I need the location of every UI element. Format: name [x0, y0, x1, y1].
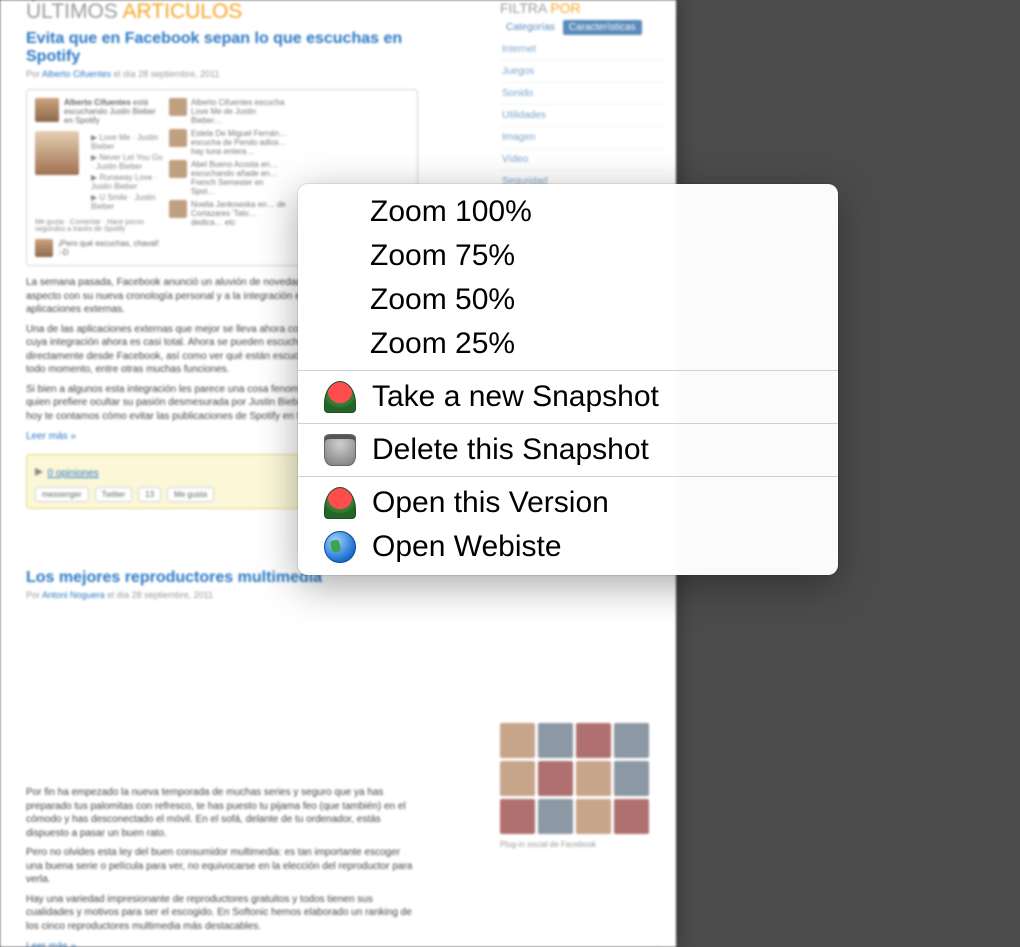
menu-separator: [298, 423, 838, 424]
menu-zoom-100[interactable]: Zoom 100%: [298, 190, 838, 234]
fb-plugin-footer: Plug-in social de Facebook: [500, 840, 664, 849]
album-art: [35, 131, 79, 175]
card-activity-feed: Alberto Cifuentes escucha Love Me de Jus…: [169, 98, 289, 257]
menu-delete-snapshot[interactable]: Delete this Snapshot: [298, 428, 838, 472]
menu-separator: [298, 370, 838, 371]
avatar: [35, 98, 59, 122]
context-menu: Zoom 100% Zoom 75% Zoom 50% Zoom 25% Tak…: [298, 184, 838, 575]
share-messenger[interactable]: messenger: [35, 487, 89, 502]
cat-item[interactable]: Juegos: [500, 61, 664, 83]
cat-item[interactable]: Sonido: [500, 83, 664, 105]
tab-characteristics[interactable]: Características: [563, 20, 642, 35]
article-2: Los mejores reproductores multimedia Por…: [26, 569, 418, 947]
menu-zoom-75[interactable]: Zoom 75%: [298, 234, 838, 278]
cat-item[interactable]: Internet: [500, 39, 664, 61]
cat-item[interactable]: Imagen: [500, 127, 664, 149]
share-count: 13: [138, 487, 161, 502]
trash-icon: [324, 434, 356, 466]
menu-zoom-25[interactable]: Zoom 25%: [298, 322, 838, 366]
cat-item[interactable]: Utilidades: [500, 105, 664, 127]
watermelon-icon: [324, 381, 356, 413]
menu-zoom-50[interactable]: Zoom 50%: [298, 278, 838, 322]
section-highlight: articulos: [122, 0, 242, 23]
watermelon-icon: [324, 487, 356, 519]
read-more-link[interactable]: Leer más »: [26, 941, 418, 947]
share-like[interactable]: Me gusta: [167, 487, 214, 502]
menu-open-version[interactable]: Open this Version: [298, 481, 838, 525]
tab-categories[interactable]: Categorías: [500, 20, 561, 35]
article-meta: Por Alberto Cifuentes el día 28 septiemb…: [26, 69, 418, 79]
commenter-avatar: [35, 239, 53, 257]
article-title[interactable]: Evita que en Facebook sepan lo que escuc…: [26, 30, 418, 66]
article-meta: Por Antoni Noguera el día 28 septiembre,…: [26, 590, 418, 600]
menu-separator: [298, 476, 838, 477]
section-prefix: Últimos: [26, 0, 118, 23]
menu-open-website[interactable]: Open Webiste: [298, 525, 838, 569]
menu-take-snapshot[interactable]: Take a new Snapshot: [298, 375, 838, 419]
section-header: Últimos articulos: [26, 0, 440, 24]
cat-item[interactable]: Vídeo: [500, 149, 664, 171]
song-list: ▶ Love Me · Justin Bieber ▶ Never Let Yo…: [91, 131, 165, 213]
facebook-fan-grid: [500, 723, 656, 834]
share-twitter[interactable]: Twitter: [95, 487, 133, 502]
filter-tabs: Categorías Características: [500, 20, 664, 35]
globe-icon: [324, 531, 356, 563]
